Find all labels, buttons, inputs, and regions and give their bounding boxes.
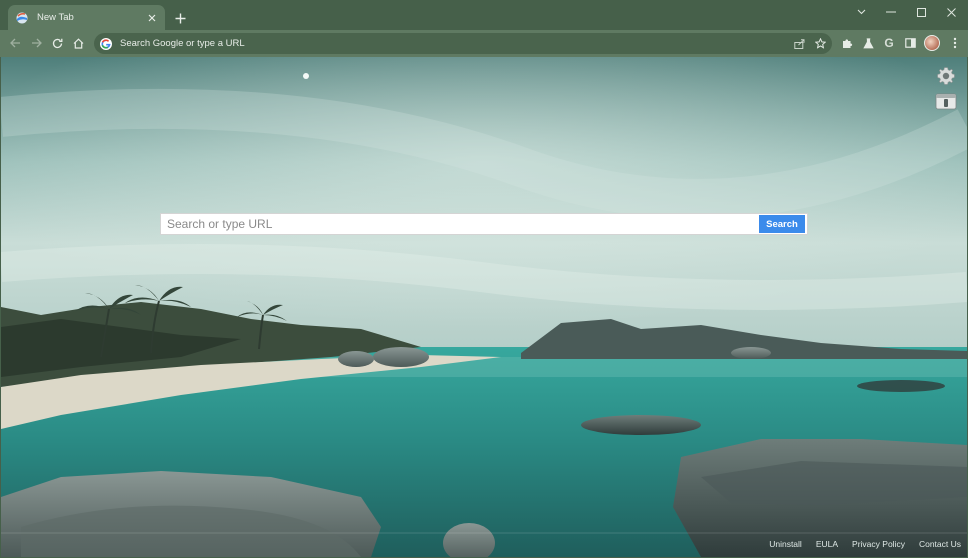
reload-button[interactable]	[48, 34, 66, 52]
window-close-icon	[946, 7, 956, 17]
settings-button[interactable]	[936, 66, 956, 86]
extension-g-button[interactable]: G	[880, 34, 898, 52]
chevron-down-icon	[857, 9, 865, 15]
menu-button[interactable]	[946, 34, 964, 52]
gear-icon	[937, 67, 955, 85]
flask-icon	[862, 37, 874, 48]
reload-icon	[52, 38, 62, 48]
tab-search-button[interactable]	[846, 2, 876, 22]
new-tab-button[interactable]	[171, 9, 189, 27]
puzzle-icon	[842, 38, 852, 48]
back-icon	[9, 38, 20, 48]
menu-icon	[953, 37, 957, 49]
home-icon	[73, 37, 83, 49]
plus-icon	[175, 13, 185, 23]
side-panel-icon	[904, 38, 916, 48]
maximize-button[interactable]	[906, 2, 936, 22]
minimize-icon	[886, 11, 896, 13]
minimize-button[interactable]	[876, 2, 906, 22]
forward-icon	[31, 38, 42, 48]
favicon-icon	[16, 12, 28, 24]
share-icon[interactable]	[790, 35, 808, 53]
extensions-button[interactable]	[838, 34, 856, 52]
profile-avatar[interactable]	[924, 35, 940, 51]
page-search-input[interactable]	[161, 214, 759, 234]
star-icon[interactable]	[811, 35, 829, 53]
side-panel-button[interactable]	[901, 34, 919, 52]
footer-link-contact-us[interactable]: Contact Us	[919, 539, 961, 549]
browser-toolbar: Search Google or type a URL G	[0, 30, 968, 57]
back-button[interactable]	[6, 34, 24, 52]
close-icon[interactable]	[145, 11, 159, 25]
address-bar[interactable]: Search Google or type a URL	[94, 33, 832, 54]
page-search-bar: Search	[160, 213, 808, 235]
labs-button[interactable]	[859, 34, 877, 52]
page-search-button[interactable]: Search	[759, 215, 805, 233]
footer-link-eula[interactable]: EULA	[816, 539, 838, 549]
maximize-icon	[916, 7, 926, 17]
tab-new-tab[interactable]: New Tab	[8, 5, 165, 30]
page-footer: Uninstall EULA Privacy Policy Contact Us	[769, 539, 961, 549]
google-icon	[100, 37, 112, 50]
home-button[interactable]	[69, 34, 87, 52]
footer-link-uninstall[interactable]: Uninstall	[769, 539, 802, 549]
card-icon	[935, 93, 957, 110]
omnibox-text: Search Google or type a URL	[120, 38, 245, 49]
footer-link-privacy-policy[interactable]: Privacy Policy	[852, 539, 905, 549]
info-card-button[interactable]	[935, 92, 957, 110]
tab-strip: New Tab	[0, 0, 968, 30]
window-close-button[interactable]	[936, 2, 966, 22]
extension-g-label: G	[884, 36, 894, 50]
new-tab-page: Search Uninstall EULA Privacy Policy Con…	[1, 57, 967, 557]
beach-background-image	[1, 57, 967, 557]
tab-title: New Tab	[37, 12, 74, 23]
forward-button[interactable]	[27, 34, 45, 52]
